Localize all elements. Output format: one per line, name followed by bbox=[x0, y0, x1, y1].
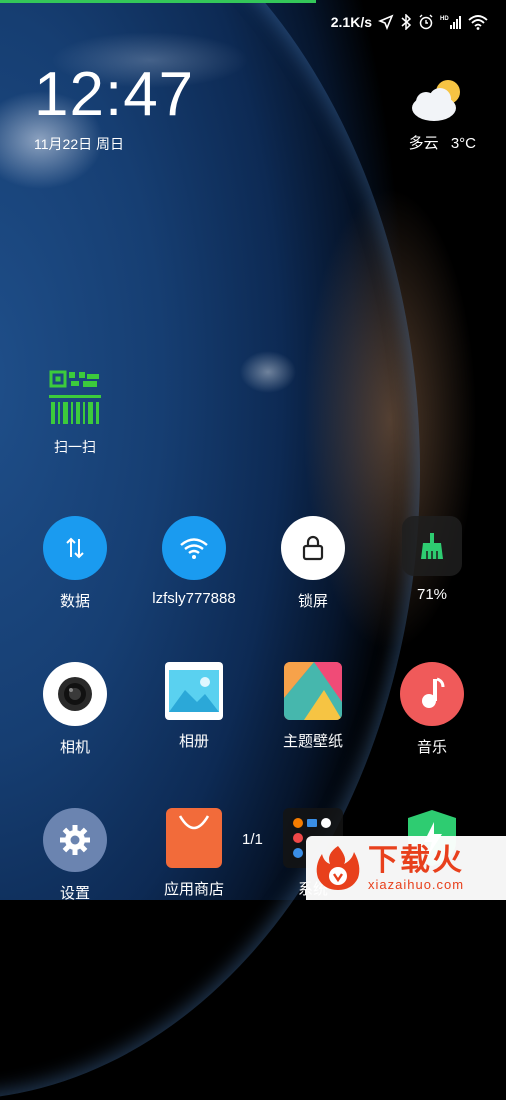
gallery-icon bbox=[165, 662, 223, 720]
clock-time[interactable]: 12:47 bbox=[34, 64, 194, 126]
toggle-data[interactable]: 数据 bbox=[25, 516, 125, 611]
watermark-brand: 下载火 bbox=[368, 843, 464, 877]
toggle-lock-label: 锁屏 bbox=[297, 593, 328, 610]
weather-condition: 多云 bbox=[408, 135, 439, 152]
wifi-icon bbox=[468, 14, 488, 30]
hd-signal-icon: HD bbox=[440, 14, 462, 30]
toggle-lock-screen[interactable]: 锁屏 bbox=[263, 516, 363, 611]
toggle-cleaner[interactable]: 71% bbox=[382, 516, 482, 603]
camera-icon bbox=[43, 662, 107, 726]
partly-cloudy-icon bbox=[408, 76, 466, 124]
lock-icon bbox=[281, 516, 345, 580]
app-camera[interactable]: 相机 bbox=[25, 662, 125, 757]
themes-icon bbox=[284, 662, 342, 720]
music-icon bbox=[400, 662, 464, 726]
toggle-cleaner-label: 71% bbox=[416, 586, 448, 603]
qr-code-icon bbox=[49, 370, 101, 424]
app-music-label: 音乐 bbox=[416, 739, 447, 756]
status-bar: 2.1K/s HD bbox=[331, 10, 488, 34]
weather-temperature: 3°C bbox=[450, 135, 476, 152]
app-store-label: 应用商店 bbox=[163, 881, 224, 898]
location-arrow-icon bbox=[378, 14, 394, 30]
weather-widget[interactable]: 多云 3°C bbox=[396, 76, 476, 152]
apps-row-1: 相机 相册 主题壁纸 音乐 bbox=[0, 662, 506, 762]
loading-progress-line bbox=[0, 0, 316, 3]
clock-date: 11月22日 周日 bbox=[34, 136, 124, 152]
settings-gear-icon bbox=[43, 808, 107, 872]
alarm-icon bbox=[418, 14, 434, 30]
app-music[interactable]: 音乐 bbox=[382, 662, 482, 757]
shopping-bag-icon bbox=[166, 808, 222, 868]
quick-toggles-row: 数据 lzfsly777888 锁屏 71% bbox=[0, 516, 506, 616]
wifi-icon bbox=[162, 516, 226, 580]
app-gallery[interactable]: 相册 bbox=[144, 662, 244, 751]
app-store[interactable]: 应用商店 bbox=[144, 808, 244, 899]
weather-text: 多云 3°C bbox=[409, 132, 476, 153]
toggle-wifi[interactable]: lzfsly777888 bbox=[144, 516, 244, 607]
broom-icon bbox=[402, 516, 462, 576]
watermark-text: 下载火 xiazaihuo.com bbox=[368, 843, 465, 892]
scan-label: 扫一扫 bbox=[54, 439, 96, 455]
app-gallery-label: 相册 bbox=[178, 733, 209, 750]
network-speed: 2.1K/s bbox=[330, 14, 372, 30]
toggle-wifi-label: lzfsly777888 bbox=[152, 590, 236, 607]
watermark: 下载火 xiazaihuo.com bbox=[306, 836, 506, 900]
app-camera-label: 相机 bbox=[59, 739, 90, 756]
data-arrows-icon bbox=[43, 516, 107, 580]
flame-logo-icon bbox=[314, 844, 362, 892]
app-themes[interactable]: 主题壁纸 bbox=[263, 662, 363, 751]
toggle-data-label: 数据 bbox=[59, 593, 90, 610]
svg-text:HD: HD bbox=[440, 16, 449, 22]
bluetooth-icon bbox=[400, 14, 412, 30]
app-themes-label: 主题壁纸 bbox=[282, 733, 343, 750]
app-settings[interactable]: 设置 bbox=[25, 808, 125, 903]
scan-widget[interactable]: 扫一扫 bbox=[44, 370, 106, 457]
page-indicator: 1/1 bbox=[242, 831, 263, 848]
watermark-url: xiazaihuo.com bbox=[368, 876, 465, 892]
